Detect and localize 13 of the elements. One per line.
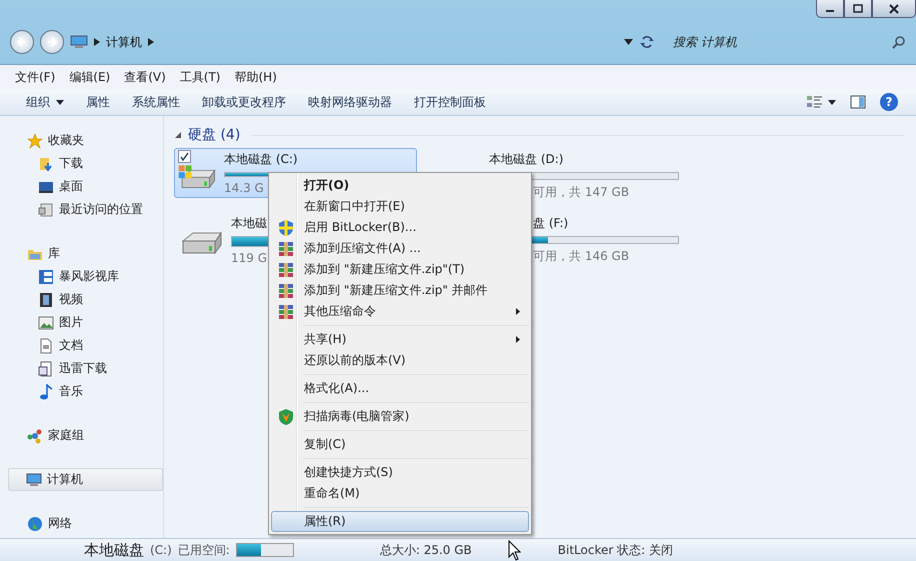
bitlocker-status-text: BitLocker 状态: 关闭: [558, 542, 673, 558]
drive-space-text: 可用，共 146 GB: [533, 248, 630, 265]
total-size-text: 总大小: 25.0 GB: [380, 542, 472, 558]
used-space-label: 已用空间:: [178, 542, 230, 558]
drive-space-text: 可用，共 147 GB: [533, 184, 630, 201]
drive-space-text: 14.3 G: [224, 181, 264, 195]
drive-name: 盘 (F:): [533, 215, 568, 232]
details-drive-name: 本地磁盘: [84, 540, 144, 560]
drive-name: 本地磁盘 (C:): [224, 151, 298, 168]
drive-space-text: 119 G: [231, 251, 268, 265]
drive-letter-text: (C:): [150, 543, 172, 557]
drive-name: 本地磁: [231, 215, 267, 232]
drive-name: 本地磁盘 (D:): [489, 151, 564, 168]
